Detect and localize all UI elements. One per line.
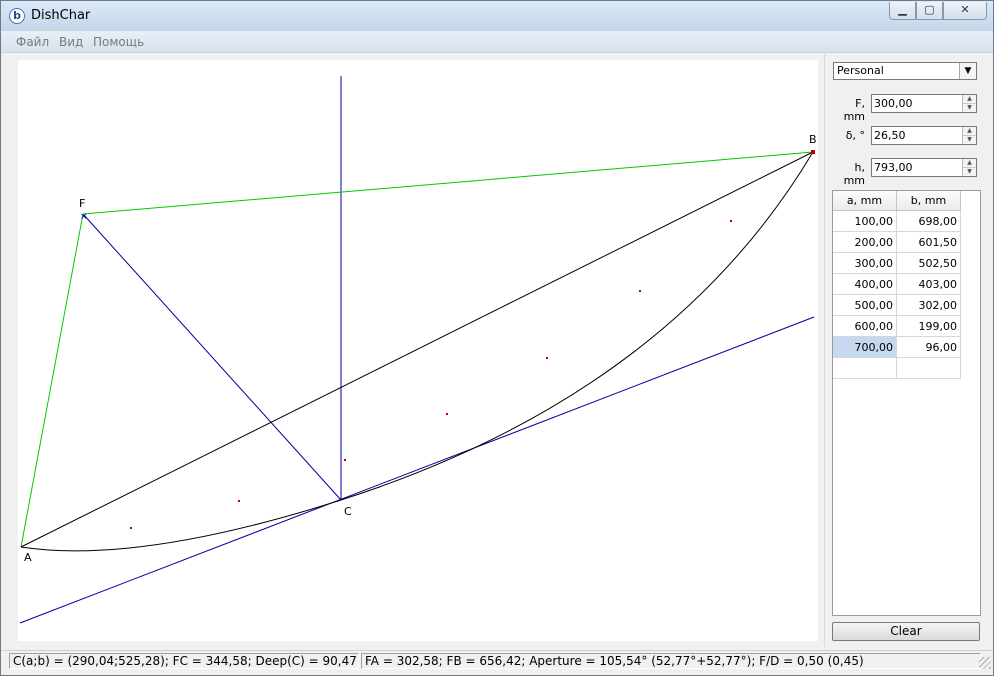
delta-input[interactable]: 26,50 ▲ ▼ — [871, 126, 977, 145]
table-cell-a[interactable]: 200,00 — [833, 232, 897, 253]
drawing-area: A B C F × — [10, 54, 824, 647]
measurements-table[interactable]: a, mm b, mm 100,00 698,00 200,00 601,50 … — [832, 190, 981, 616]
measure-marks — [130, 220, 732, 529]
table-cell-a[interactable]: 600,00 — [833, 316, 897, 337]
status-point-c: C(a;b) = (290,04;525,28); FC = 344,58; D… — [9, 653, 359, 669]
column-header-b[interactable]: b, mm — [897, 191, 961, 211]
table-cell-a[interactable]: 400,00 — [833, 274, 897, 295]
mark-4 — [446, 413, 448, 415]
status-geometry: FA = 302,58; FB = 656,42; Aperture = 105… — [361, 653, 981, 669]
resize-grip-icon[interactable] — [979, 657, 991, 669]
table-cell-a[interactable]: 300,00 — [833, 253, 897, 274]
spin-down-icon[interactable]: ▼ — [963, 168, 976, 176]
drawing-canvas[interactable]: A B C F × — [18, 60, 818, 641]
window-controls: ▁ ▢ ✕ — [889, 2, 987, 20]
preset-value: Personal — [837, 64, 884, 77]
table-cell-a[interactable]: 100,00 — [833, 211, 897, 232]
table-cell-b[interactable]: 601,50 — [897, 232, 961, 253]
close-icon: ✕ — [960, 3, 970, 16]
chevron-down-icon[interactable]: ▼ — [959, 63, 976, 79]
title-bar[interactable]: b DishChar ▁ ▢ ✕ — [1, 1, 993, 31]
app-window: b DishChar ▁ ▢ ✕ Файл Вид Помощь A B C F… — [0, 0, 994, 676]
dish-profile-curve-right — [340, 151, 814, 501]
close-button[interactable]: ✕ — [943, 2, 987, 20]
table-cell-b[interactable]: 698,00 — [897, 211, 961, 232]
chord-a-b-line — [20, 151, 814, 548]
depth-spinner[interactable]: ▲ ▼ — [962, 159, 976, 176]
clear-button[interactable]: Clear — [832, 622, 980, 641]
point-label-a: A — [24, 551, 32, 564]
focus-value: 300,00 — [874, 97, 913, 110]
table-cell-b[interactable]: 199,00 — [897, 316, 961, 337]
maximize-icon: ▢ — [924, 3, 935, 16]
table-cell-a[interactable]: 500,00 — [833, 295, 897, 316]
spin-up-icon[interactable]: ▲ — [963, 159, 976, 168]
table-cell-b-empty[interactable] — [897, 358, 961, 379]
column-header-a[interactable]: a, mm — [833, 191, 897, 211]
focus-marker: × — [80, 212, 88, 222]
menu-view[interactable]: Вид — [59, 35, 83, 49]
mark-1 — [130, 527, 132, 529]
spin-down-icon[interactable]: ▼ — [963, 136, 976, 144]
point-label-c: C — [344, 505, 352, 518]
point-label-f: F — [79, 197, 85, 210]
spin-up-icon[interactable]: ▲ — [963, 95, 976, 104]
focus-to-a-line — [20, 213, 84, 548]
tangent-line — [19, 316, 815, 624]
delta-label: δ, ° — [845, 129, 865, 142]
spin-up-icon[interactable]: ▲ — [963, 127, 976, 136]
spin-down-icon[interactable]: ▼ — [963, 104, 976, 112]
mark-7 — [730, 220, 732, 222]
menu-help[interactable]: Помощь — [93, 35, 144, 49]
minimize-button[interactable]: ▁ — [889, 2, 916, 20]
chord-to-b-line — [341, 152, 813, 500]
parameters-panel: Personal ▼ F, mm 300,00 ▲ ▼ δ, ° 26,50 ▲… — [824, 54, 992, 647]
depth-value: 793,00 — [874, 161, 913, 174]
focus-to-b-line — [82, 151, 814, 215]
mark-5 — [546, 357, 548, 359]
dish-profile-curve — [20, 499, 342, 552]
focus-spinner[interactable]: ▲ ▼ — [962, 95, 976, 112]
delta-value: 26,50 — [874, 129, 906, 142]
table-cell-b[interactable]: 302,00 — [897, 295, 961, 316]
mark-3 — [344, 459, 346, 461]
focus-to-c-line — [82, 213, 342, 501]
window-title: DishChar — [31, 8, 91, 23]
mark-2 — [238, 500, 240, 502]
depth-input[interactable]: 793,00 ▲ ▼ — [871, 158, 977, 177]
geometry-plot: A B C F × — [19, 76, 817, 624]
status-bar: C(a;b) = (290,04;525,28); FC = 344,58; D… — [1, 650, 993, 671]
minimize-icon: ▁ — [898, 3, 907, 16]
maximize-button[interactable]: ▢ — [916, 2, 943, 20]
table-cell-b[interactable]: 96,00 — [897, 337, 961, 358]
delta-spinner[interactable]: ▲ ▼ — [962, 127, 976, 144]
point-label-b: B — [809, 133, 817, 146]
focus-label: F, mm — [843, 97, 865, 123]
mark-6 — [639, 290, 641, 292]
point-b-marker — [811, 150, 815, 154]
table-cell-a-empty[interactable] — [833, 358, 897, 379]
menu-bar: Файл Вид Помощь — [1, 32, 993, 53]
depth-label: h, mm — [843, 161, 865, 187]
table-cell-b[interactable]: 502,50 — [897, 253, 961, 274]
app-logo-icon: b — [9, 8, 25, 24]
table-cell-a-selected[interactable]: 700,00 — [833, 337, 897, 358]
preset-select[interactable]: Personal ▼ — [833, 62, 977, 80]
focus-input[interactable]: 300,00 ▲ ▼ — [871, 94, 977, 113]
table-cell-b[interactable]: 403,00 — [897, 274, 961, 295]
menu-file[interactable]: Файл — [16, 35, 49, 49]
